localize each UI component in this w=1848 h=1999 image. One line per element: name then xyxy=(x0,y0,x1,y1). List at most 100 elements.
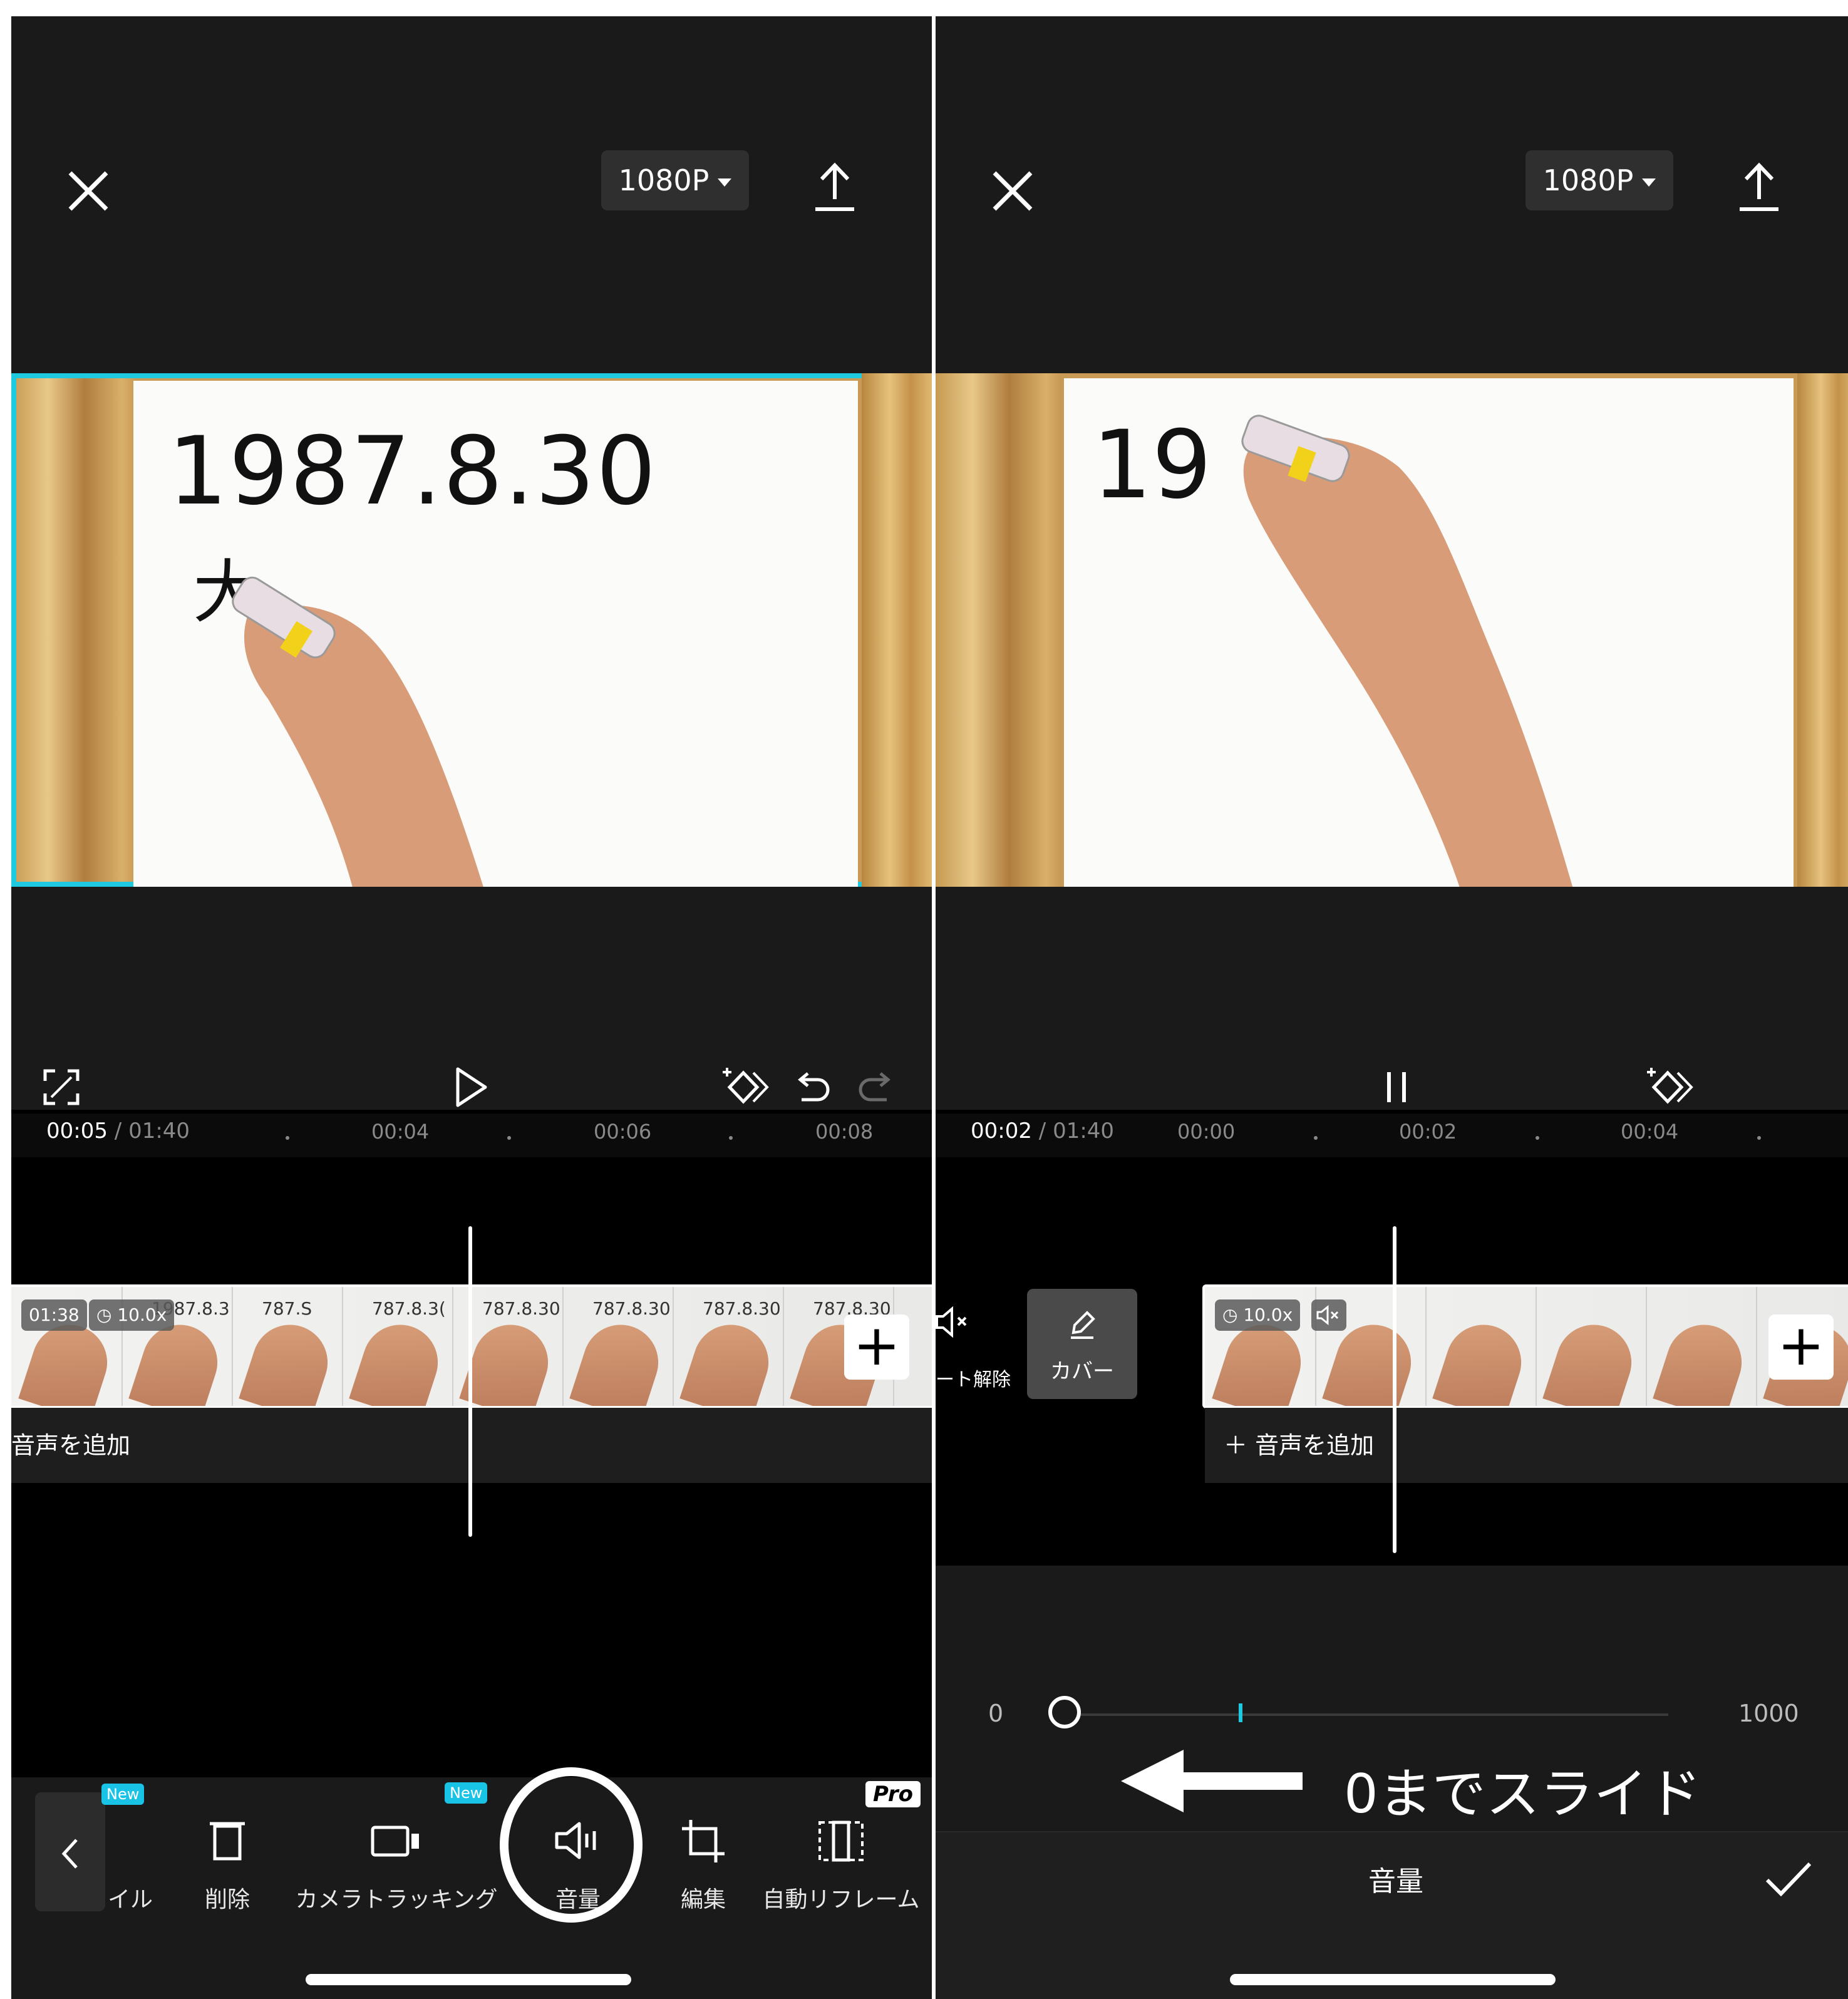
video-preview[interactable]: 1987.8.30 大 xyxy=(11,373,932,887)
add-clip-button[interactable]: + xyxy=(844,1315,909,1380)
time-separator: / xyxy=(114,1118,122,1144)
camera-icon xyxy=(371,1826,419,1857)
tick-dot xyxy=(729,1136,733,1140)
tool-label: 編集 xyxy=(680,1887,726,1913)
close-icon[interactable] xyxy=(54,157,123,225)
clip-frame xyxy=(1425,1287,1537,1406)
frame-text: 787.8.30 xyxy=(592,1298,671,1319)
tool-label: イル xyxy=(107,1887,153,1913)
fullscreen-icon[interactable] xyxy=(43,1068,80,1106)
handwritten-date: 1987.8.30 xyxy=(168,417,658,526)
muted-chip xyxy=(1311,1299,1346,1331)
total-time: 01:40 xyxy=(1053,1118,1115,1144)
play-icon[interactable] xyxy=(453,1065,490,1109)
add-clip-button[interactable]: + xyxy=(1768,1315,1834,1380)
home-indicator[interactable] xyxy=(1230,1974,1556,1985)
tick-dot xyxy=(507,1136,511,1140)
volume-panel-title: 音量 xyxy=(1368,1866,1423,1898)
volume-slider-thumb[interactable] xyxy=(1048,1696,1081,1728)
total-time: 01:40 xyxy=(128,1118,190,1144)
add-audio-label: ＋ 音声を追加 xyxy=(1224,1432,1375,1459)
playhead[interactable] xyxy=(468,1226,472,1537)
top-bar: 1080P xyxy=(11,16,932,373)
check-icon[interactable] xyxy=(1763,1860,1814,1898)
slide-instruction: 0までスライド xyxy=(1344,1763,1701,1826)
mute-toggle[interactable]: ート解除 xyxy=(936,1306,1011,1391)
pause-icon[interactable] xyxy=(1378,1068,1415,1106)
playhead[interactable] xyxy=(1393,1226,1396,1553)
handwritten-date: 19 xyxy=(1092,411,1212,520)
chevron-left-icon xyxy=(61,1839,78,1869)
tool-label: カメラトラッキング xyxy=(295,1887,498,1913)
caret-down-icon xyxy=(1642,178,1656,187)
edit-pen-icon xyxy=(1071,1311,1095,1339)
left-screen: 1080P 1987.8.30 大 00:05 / 01:40 00:04 00… xyxy=(11,16,932,1999)
tick-dot xyxy=(286,1136,289,1140)
resolution-label: 1080P xyxy=(1542,163,1634,197)
volume-slider-track[interactable] xyxy=(1066,1713,1668,1716)
speed-value: 10.0x xyxy=(117,1304,167,1325)
reframe-icon xyxy=(818,1821,864,1862)
current-time: 00:05 xyxy=(46,1118,108,1144)
frame-text: 787.8.3( xyxy=(372,1298,446,1319)
video-preview[interactable]: 19 xyxy=(936,373,1848,887)
time-separator: / xyxy=(1038,1118,1046,1144)
frame-text: 787.S xyxy=(262,1298,312,1319)
tick-label: 00:04 xyxy=(371,1120,430,1144)
tick-label: 00:08 xyxy=(815,1120,874,1144)
back-button[interactable] xyxy=(35,1792,105,1911)
resolution-dropdown[interactable]: 1080P xyxy=(1525,150,1673,210)
screen-divider xyxy=(932,16,936,1999)
right-screen: 1080P 19 00:02 / 01:40 00:00 00:02 00:04… xyxy=(936,16,1848,1999)
tick-dot xyxy=(1536,1136,1539,1140)
add-audio-track[interactable]: ＋ 音声を追加 xyxy=(1205,1408,1848,1483)
delete-icon xyxy=(210,1822,245,1861)
tick-label: 00:00 xyxy=(1177,1120,1236,1144)
new-badge: New xyxy=(445,1782,488,1804)
wood-edge xyxy=(1797,373,1848,887)
volume-default-marker xyxy=(1239,1703,1242,1722)
frame-text: 787.8.30 xyxy=(482,1298,560,1319)
clip-frame: 787.8.30 xyxy=(562,1287,674,1406)
timecode: 00:02 / 01:40 xyxy=(971,1118,1114,1144)
keyframe-icon[interactable] xyxy=(722,1065,772,1109)
cover-label: カバー xyxy=(1050,1359,1114,1384)
tick-dot xyxy=(1757,1136,1761,1140)
clip-frame: 787.S xyxy=(232,1287,343,1406)
mute-icon xyxy=(936,1306,967,1338)
resolution-dropdown[interactable]: 1080P xyxy=(601,150,749,210)
keyframe-icon[interactable] xyxy=(1646,1065,1696,1109)
timecode: 00:05 / 01:40 xyxy=(46,1118,190,1144)
redo-icon[interactable] xyxy=(857,1068,894,1106)
clip-frame: 787.8.3( xyxy=(342,1287,453,1406)
wood-edge xyxy=(862,373,932,887)
tick-label: 00:02 xyxy=(1399,1120,1457,1144)
tool-label: 自動リフレーム xyxy=(762,1887,920,1913)
undo-icon[interactable] xyxy=(794,1068,832,1106)
speed-chip: ◷ 10.0x xyxy=(1215,1299,1301,1331)
clip-frame xyxy=(1646,1287,1757,1406)
volume-max-label: 1000 xyxy=(1738,1700,1799,1727)
highlight-circle xyxy=(500,1767,643,1923)
control-area xyxy=(936,887,1848,1110)
caret-down-icon xyxy=(718,178,732,187)
control-area xyxy=(11,887,932,1110)
cover-button[interactable]: カバー xyxy=(1027,1289,1137,1399)
clip-frame: 787.8.30 xyxy=(673,1287,784,1406)
pro-badge: Pro xyxy=(865,1781,921,1807)
home-indicator[interactable] xyxy=(306,1974,631,1985)
export-icon[interactable] xyxy=(1731,154,1787,223)
close-icon[interactable] xyxy=(978,157,1047,225)
resolution-label: 1080P xyxy=(618,163,710,197)
add-audio-label: 音声を追加 xyxy=(11,1432,131,1459)
tick-dot xyxy=(1314,1136,1318,1140)
mute-icon xyxy=(1316,1304,1339,1326)
export-icon[interactable] xyxy=(807,154,863,223)
frame-text: 787.8.30 xyxy=(703,1298,781,1319)
clip-frame xyxy=(1536,1287,1647,1406)
tick-label: 00:06 xyxy=(594,1120,652,1144)
time-ruler: 00:05 / 01:40 00:04 00:06 00:08 xyxy=(11,1113,932,1157)
tool-label: 削除 xyxy=(204,1887,250,1913)
video-clip-track[interactable]: ◷ 10.0x xyxy=(1202,1284,1848,1408)
speed-chip: ◷ 10.0x xyxy=(89,1299,175,1331)
